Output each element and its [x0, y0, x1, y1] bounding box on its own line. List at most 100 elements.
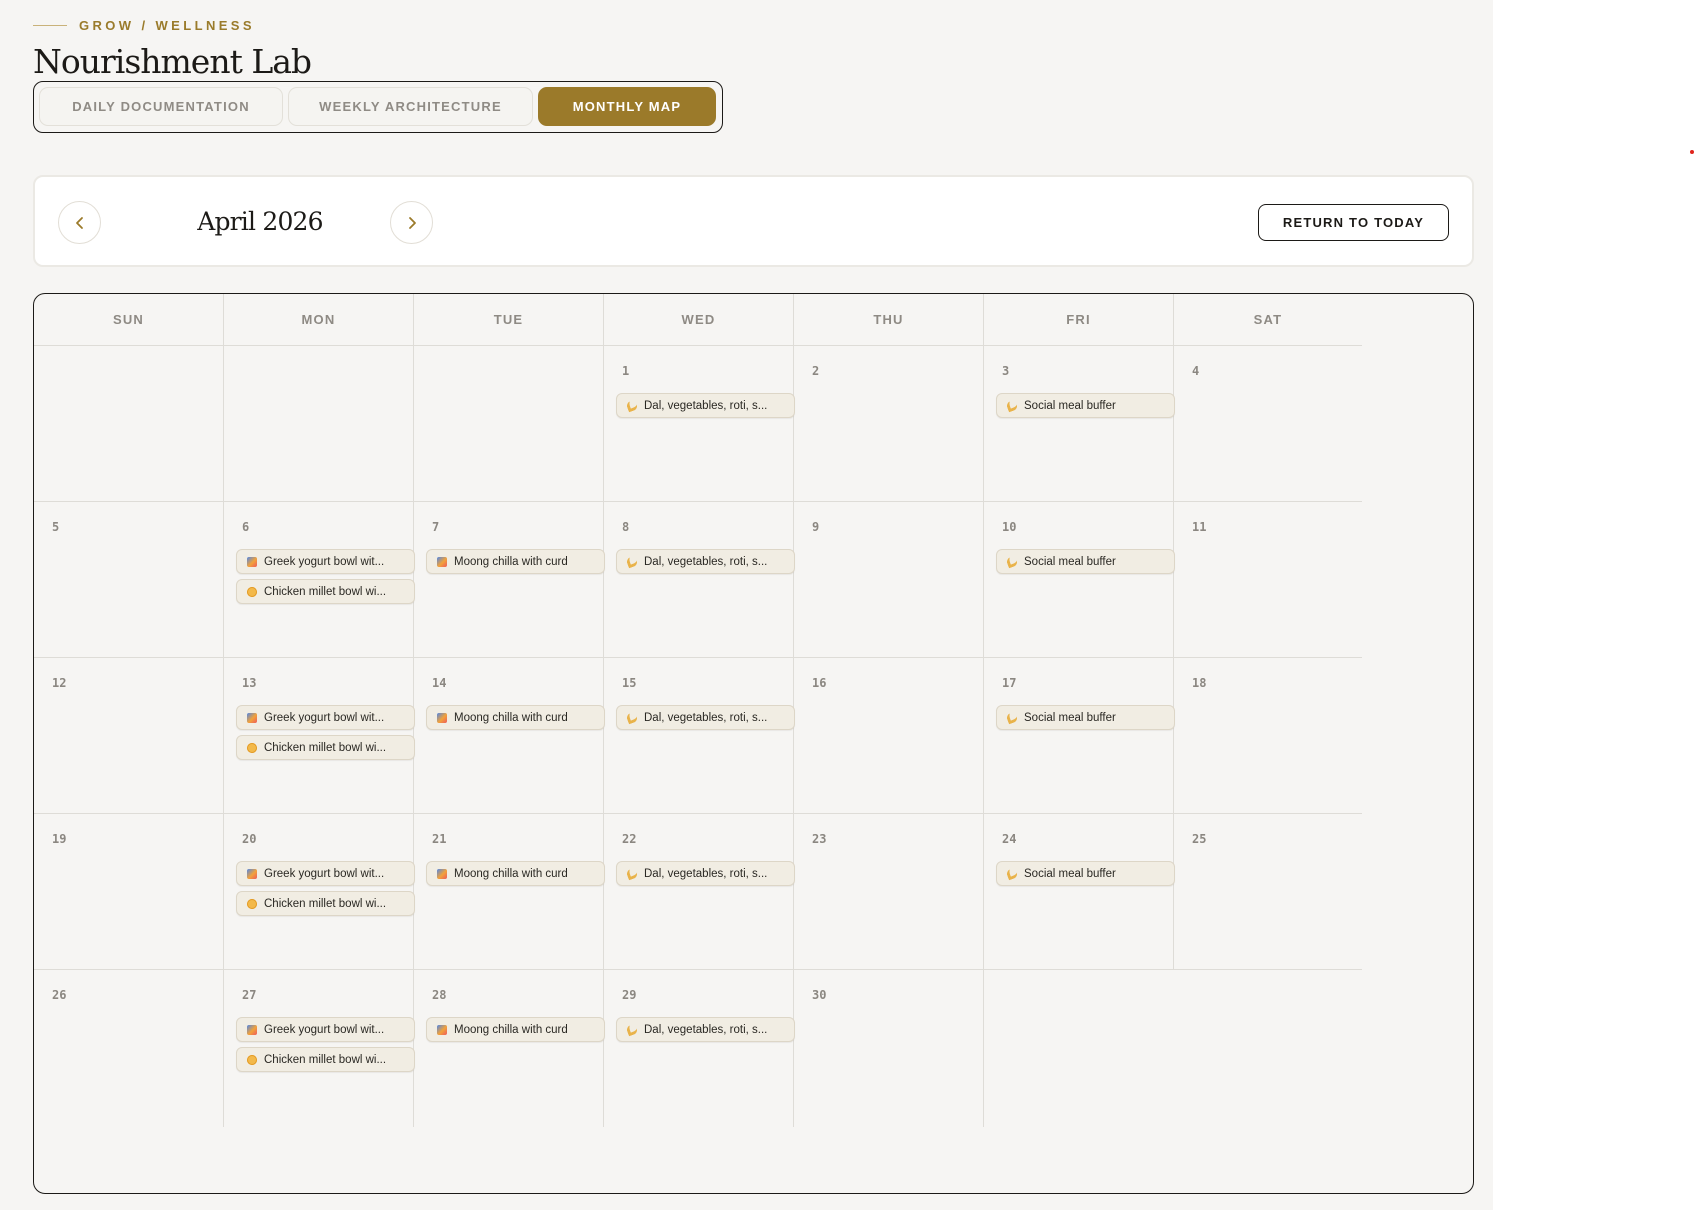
- day-cell[interactable]: 7 Moong chilla with curd: [414, 502, 605, 658]
- meal-chip-label: Moong chilla with curd: [454, 1023, 568, 1036]
- meal-chip[interactable]: Moong chilla with curd: [426, 549, 605, 574]
- lunch-icon: [247, 586, 257, 597]
- meal-chip[interactable]: Chicken millet bowl wi...: [236, 891, 415, 916]
- day-cell[interactable]: 12: [34, 658, 224, 814]
- previous-month-button[interactable]: [58, 201, 101, 244]
- day-cell[interactable]: 25: [1174, 814, 1362, 970]
- meal-chip-label: Chicken millet bowl wi...: [264, 585, 387, 598]
- meal-chip[interactable]: Dal, vegetables, roti, s...: [616, 393, 795, 418]
- empty-trailing-area: [984, 970, 1362, 1127]
- day-cell[interactable]: 21 Moong chilla with curd: [414, 814, 605, 970]
- meal-chip-label: Chicken millet bowl wi...: [264, 897, 387, 910]
- meal-chip[interactable]: Dal, vegetables, roti, s...: [616, 861, 795, 886]
- meal-chip-label: Moong chilla with curd: [454, 555, 568, 568]
- meal-chip[interactable]: Dal, vegetables, roti, s...: [616, 549, 795, 574]
- day-cell[interactable]: 3 Social meal buffer: [984, 346, 1175, 502]
- breadcrumb-label: GROW / WELLNESS: [79, 17, 255, 33]
- return-to-today-button[interactable]: RETURN TO TODAY: [1258, 204, 1449, 241]
- day-cell[interactable]: 15 Dal, vegetables, roti, s...: [604, 658, 795, 814]
- day-cell[interactable]: 14 Moong chilla with curd: [414, 658, 605, 814]
- day-number: 6: [242, 520, 250, 534]
- meal-chip-label: Greek yogurt bowl wit...: [264, 711, 385, 724]
- lunch-icon: [247, 898, 257, 909]
- weekday-mon: MON: [224, 294, 414, 346]
- meal-chip[interactable]: Social meal buffer: [996, 549, 1175, 574]
- meal-chip[interactable]: Social meal buffer: [996, 861, 1175, 886]
- day-cell[interactable]: 28 Moong chilla with curd: [414, 970, 605, 1127]
- meal-chip-label: Moong chilla with curd: [454, 711, 568, 724]
- day-cell[interactable]: 4: [1174, 346, 1362, 502]
- meal-chip[interactable]: Moong chilla with curd: [426, 1017, 605, 1042]
- day-number: 7: [432, 520, 440, 534]
- tab-daily-documentation[interactable]: DAILY DOCUMENTATION: [39, 87, 283, 126]
- lunch-icon: [247, 1054, 257, 1065]
- day-cell[interactable]: 18: [1174, 658, 1362, 814]
- day-cell[interactable]: 24 Social meal buffer: [984, 814, 1175, 970]
- day-cell[interactable]: 17 Social meal buffer: [984, 658, 1175, 814]
- meal-chip-label: Greek yogurt bowl wit...: [264, 1023, 385, 1036]
- day-cell[interactable]: 1 Dal, vegetables, roti, s...: [604, 346, 795, 502]
- meal-chip[interactable]: Greek yogurt bowl wit...: [236, 861, 415, 886]
- day-cell[interactable]: 10 Social meal buffer: [984, 502, 1175, 658]
- meal-chip-label: Greek yogurt bowl wit...: [264, 867, 385, 880]
- day-cell[interactable]: 23: [794, 814, 984, 970]
- day-cell[interactable]: 29 Dal, vegetables, roti, s...: [604, 970, 795, 1127]
- tab-monthly-map[interactable]: MONTHLY MAP: [538, 87, 716, 126]
- day-number: 10: [1002, 520, 1017, 534]
- day-cell[interactable]: 8 Dal, vegetables, roti, s...: [604, 502, 795, 658]
- meal-chip-label: Dal, vegetables, roti, s...: [644, 1023, 768, 1036]
- weekday-header: SUN MON TUE WED THU FRI SAT: [34, 294, 1473, 346]
- meal-chip[interactable]: Chicken millet bowl wi...: [236, 579, 415, 604]
- meal-chip[interactable]: Greek yogurt bowl wit...: [236, 705, 415, 730]
- meal-chip-label: Moong chilla with curd: [454, 867, 568, 880]
- meal-chip-label: Social meal buffer: [1024, 555, 1116, 568]
- day-cell[interactable]: 20 Greek yogurt bowl wit... Chicken millet…: [224, 814, 415, 970]
- breakfast-icon: [247, 556, 257, 567]
- day-cell[interactable]: 27 Greek yogurt bowl wit... Chicken millet…: [224, 970, 415, 1127]
- breakfast-icon: [437, 1024, 447, 1035]
- cursor-dot: [1690, 150, 1694, 154]
- day-cell[interactable]: 22 Dal, vegetables, roti, s...: [604, 814, 795, 970]
- day-cell[interactable]: 5: [34, 502, 224, 658]
- day-cell[interactable]: 26: [34, 970, 224, 1127]
- day-number: 17: [1002, 676, 1017, 690]
- dinner-icon: [625, 867, 639, 880]
- meal-chip[interactable]: Chicken millet bowl wi...: [236, 1047, 415, 1072]
- dinner-icon: [625, 711, 639, 724]
- view-tabs: DAILY DOCUMENTATION WEEKLY ARCHITECTURE …: [33, 81, 723, 133]
- meal-chip[interactable]: Greek yogurt bowl wit...: [236, 1017, 415, 1042]
- day-cell[interactable]: 16: [794, 658, 984, 814]
- day-cell[interactable]: 2: [794, 346, 984, 502]
- day-number: 20: [242, 832, 257, 846]
- meal-chip[interactable]: Social meal buffer: [996, 393, 1175, 418]
- day-number: 18: [1192, 676, 1207, 690]
- meal-chip[interactable]: Dal, vegetables, roti, s...: [616, 705, 795, 730]
- meal-chip-label: Dal, vegetables, roti, s...: [644, 555, 768, 568]
- day-cell[interactable]: 9: [794, 502, 984, 658]
- dinner-icon: [1005, 399, 1019, 412]
- dinner-icon: [625, 1023, 639, 1036]
- breakfast-icon: [247, 712, 257, 723]
- meal-chip[interactable]: Moong chilla with curd: [426, 705, 605, 730]
- next-month-button[interactable]: [390, 201, 433, 244]
- day-cell[interactable]: 19: [34, 814, 224, 970]
- day-cell[interactable]: 30: [794, 970, 984, 1127]
- meal-chip[interactable]: Dal, vegetables, roti, s...: [616, 1017, 795, 1042]
- day-cell[interactable]: 6 Greek yogurt bowl wit... Chicken millet …: [224, 502, 415, 658]
- breadcrumb: GROW / WELLNESS: [33, 17, 255, 33]
- tab-weekly-architecture[interactable]: WEEKLY ARCHITECTURE: [288, 87, 533, 126]
- day-number: 16: [812, 676, 827, 690]
- day-number: 8: [622, 520, 630, 534]
- day-cell[interactable]: 11: [1174, 502, 1362, 658]
- day-cell[interactable]: 13 Greek yogurt bowl wit... Chicken millet…: [224, 658, 415, 814]
- month-navigation-bar: April 2026 RETURN TO TODAY: [33, 175, 1474, 267]
- meal-chip[interactable]: Moong chilla with curd: [426, 861, 605, 886]
- meal-chip[interactable]: Greek yogurt bowl wit...: [236, 549, 415, 574]
- dinner-icon: [1005, 711, 1019, 724]
- day-number: 2: [812, 364, 820, 378]
- breakfast-icon: [247, 1024, 257, 1035]
- meal-chip[interactable]: Chicken millet bowl wi...: [236, 735, 415, 760]
- day-number: 13: [242, 676, 257, 690]
- chevron-right-icon: [408, 216, 416, 229]
- meal-chip[interactable]: Social meal buffer: [996, 705, 1175, 730]
